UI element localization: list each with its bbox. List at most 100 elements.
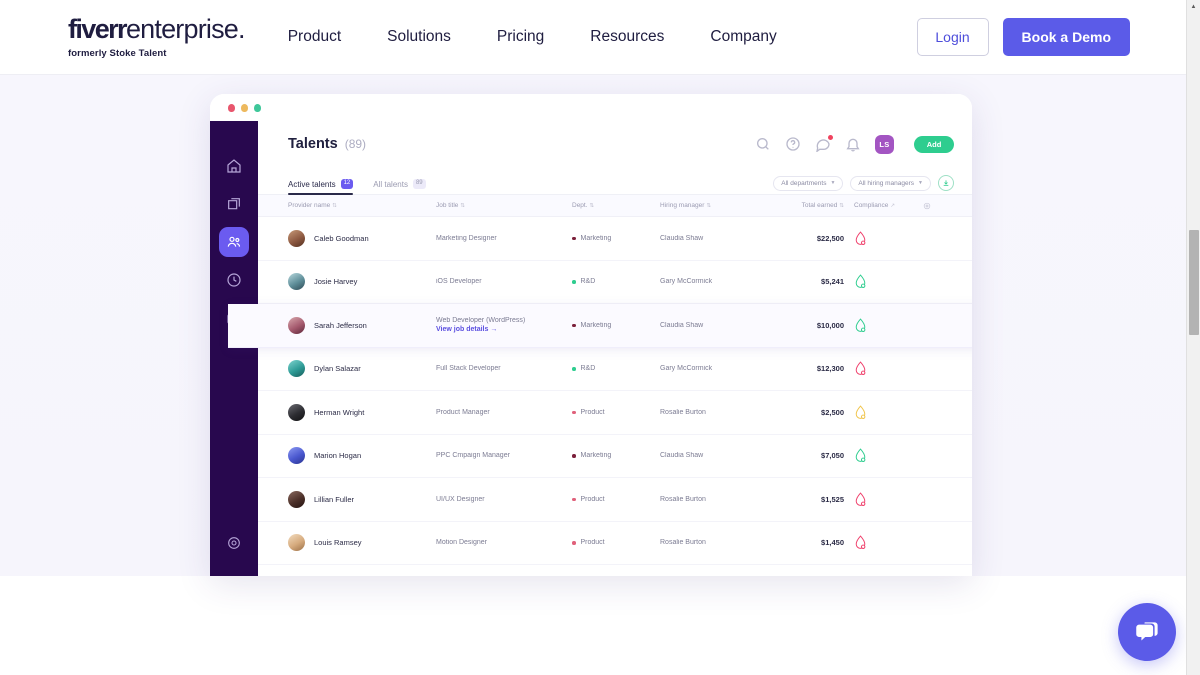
- browser-scrollbar[interactable]: ▲: [1186, 0, 1200, 675]
- dept-status-dot: [572, 323, 576, 327]
- cell-compliance[interactable]: [844, 274, 916, 289]
- sidebar-item-settings[interactable]: [219, 528, 249, 558]
- brand-logo[interactable]: fiverrenterprise. formerly Stoke Talent: [68, 13, 246, 59]
- table-row[interactable]: Lillian Fuller UI/UX Designer Product Ro…: [258, 478, 972, 522]
- column-header-provider-name[interactable]: Provider name ⇅: [288, 202, 436, 209]
- departments-filter[interactable]: All departments ▼: [773, 175, 844, 191]
- sidebar-item-home[interactable]: [219, 151, 249, 181]
- cell-job-title: iOS Developer: [436, 278, 572, 285]
- bell-icon[interactable]: [845, 136, 861, 152]
- cell-compliance[interactable]: [844, 231, 916, 246]
- search-icon[interactable]: [755, 136, 771, 152]
- sort-icon: ⇅: [589, 202, 595, 209]
- message-unread-badge: [828, 135, 833, 140]
- cell-job-title: UI/UX Designer: [436, 496, 572, 503]
- nav-link-company[interactable]: Company: [710, 22, 776, 52]
- filter-label: All departments: [781, 179, 827, 187]
- window-maximize-dot: [254, 103, 261, 112]
- nav-link-pricing[interactable]: Pricing: [497, 22, 544, 52]
- login-button[interactable]: Login: [916, 18, 989, 56]
- cell-compliance[interactable]: [844, 361, 916, 376]
- tab-all-talents[interactable]: All talents 89: [373, 179, 426, 194]
- sidebar-item-packages[interactable]: [219, 189, 249, 219]
- tab-label: Active talents: [288, 179, 336, 189]
- cell-hiring-manager: Gary McCormick: [660, 365, 713, 373]
- tabs-and-filters-row: Active talents 12 All talents 89 All dep…: [258, 167, 972, 195]
- dept-label: Marketing: [580, 452, 612, 460]
- cell-provider-name: Herman Wright: [288, 403, 436, 421]
- hiring-managers-filter[interactable]: All hiring managers ▼: [850, 175, 931, 191]
- cell-total-earned: $22,500: [816, 233, 844, 243]
- cell-hiring-manager: Gary McCormick: [660, 278, 713, 286]
- tab-active-talents[interactable]: Active talents 12: [288, 179, 354, 195]
- job-title: Marketing Designer: [436, 234, 497, 242]
- cell-compliance[interactable]: [844, 405, 916, 420]
- cell-provider-name: Louis Ramsey: [288, 534, 436, 552]
- column-header-dept[interactable]: Dept. ⇅: [572, 202, 660, 209]
- compliance-shield-icon: [854, 405, 867, 420]
- cell-compliance[interactable]: [844, 492, 916, 507]
- cell-dept: Product: [572, 409, 660, 416]
- view-job-details-link[interactable]: View job details →: [436, 326, 572, 333]
- cell-total-earned: $2,500: [821, 407, 844, 417]
- brand-word-fiverr: fiverr: [68, 13, 128, 44]
- app-sidebar: [210, 121, 258, 576]
- compliance-shield-icon: [854, 448, 867, 463]
- job-title: Product Manager: [436, 408, 490, 416]
- window-close-dot: [228, 103, 235, 112]
- sidebar-item-timesheets[interactable]: [219, 265, 249, 295]
- provider-name: Louis Ramsey: [314, 538, 362, 548]
- table-row[interactable]: Caleb Goodman Marketing Designer Marketi…: [258, 217, 972, 261]
- chat-bubble-icon: [1134, 619, 1161, 646]
- dept-status-dot: [572, 236, 576, 240]
- column-header-hiring-manager[interactable]: Hiring manager ⇅: [660, 202, 768, 209]
- add-button[interactable]: Add: [914, 135, 954, 153]
- scrollbar-up-arrow[interactable]: ▲: [1187, 0, 1200, 14]
- column-header-job-title[interactable]: Job title ⇅: [436, 202, 572, 209]
- sidebar-item-talents[interactable]: [219, 227, 249, 257]
- column-header-total-earned[interactable]: Total earned ⇅: [768, 202, 844, 209]
- table-row[interactable]: Dylan Salazar Full Stack Developer R&D G…: [258, 347, 972, 391]
- table-row[interactable]: Sarah Jefferson Web Developer (WordPress…: [228, 304, 972, 348]
- cell-job-title: Motion Designer: [436, 539, 572, 546]
- provider-name: Sarah Jefferson: [314, 320, 367, 330]
- dept-label: Product: [580, 408, 605, 416]
- cell-compliance[interactable]: [844, 318, 916, 333]
- brand-word-enterprise: enterprise.: [125, 13, 246, 44]
- filters-group: All departments ▼ All hiring managers ▼: [773, 175, 954, 194]
- cell-compliance[interactable]: [844, 535, 916, 550]
- column-label: Job title: [436, 202, 459, 209]
- table-row[interactable]: Herman Wright Product Manager Product Ro…: [258, 391, 972, 435]
- column-header-compliance[interactable]: Compliance ↗: [844, 202, 916, 209]
- column-settings-button[interactable]: [916, 202, 938, 210]
- app-main-panel: Talents (89) LS Add Active talents 12 Al…: [228, 121, 972, 576]
- message-icon[interactable]: [815, 135, 833, 152]
- nav-link-product[interactable]: Product: [288, 22, 341, 52]
- chevron-down-icon: ▼: [918, 180, 923, 186]
- export-button[interactable]: [938, 175, 954, 191]
- cell-provider-name: Caleb Goodman: [288, 229, 436, 247]
- job-title: iOS Developer: [436, 278, 482, 286]
- talents-table: Provider name ⇅ Job title ⇅ Dept. ⇅ Hiri…: [228, 195, 972, 565]
- cell-dept: R&D: [572, 365, 660, 372]
- help-circle-icon[interactable]: [785, 136, 801, 152]
- nav-link-solutions[interactable]: Solutions: [387, 22, 451, 52]
- table-row[interactable]: Louis Ramsey Motion Designer Product Ros…: [258, 521, 972, 565]
- page-title-count: (89): [344, 137, 367, 151]
- chat-widget-button[interactable]: [1118, 603, 1176, 661]
- compliance-shield-icon: [854, 535, 867, 550]
- nav-link-resources[interactable]: Resources: [590, 22, 664, 52]
- avatar: [288, 534, 305, 552]
- cell-compliance[interactable]: [844, 448, 916, 463]
- provider-name: Josie Harvey: [314, 277, 358, 287]
- cell-dept: Marketing: [572, 322, 660, 329]
- book-a-demo-button[interactable]: Book a Demo: [1002, 18, 1130, 56]
- user-avatar[interactable]: LS: [875, 134, 894, 154]
- table-rows-container: Caleb Goodman Marketing Designer Marketi…: [228, 217, 972, 565]
- table-row[interactable]: Marion Hogan PPC Cmpaign Manager Marketi…: [258, 434, 972, 478]
- cell-hiring-manager: Rosalie Burton: [660, 408, 706, 416]
- job-title: UI/UX Designer: [436, 495, 485, 503]
- scrollbar-thumb[interactable]: [1189, 230, 1199, 335]
- sort-icon: ⇅: [706, 202, 712, 209]
- table-row[interactable]: Josie Harvey iOS Developer R&D Gary McCo…: [258, 260, 972, 304]
